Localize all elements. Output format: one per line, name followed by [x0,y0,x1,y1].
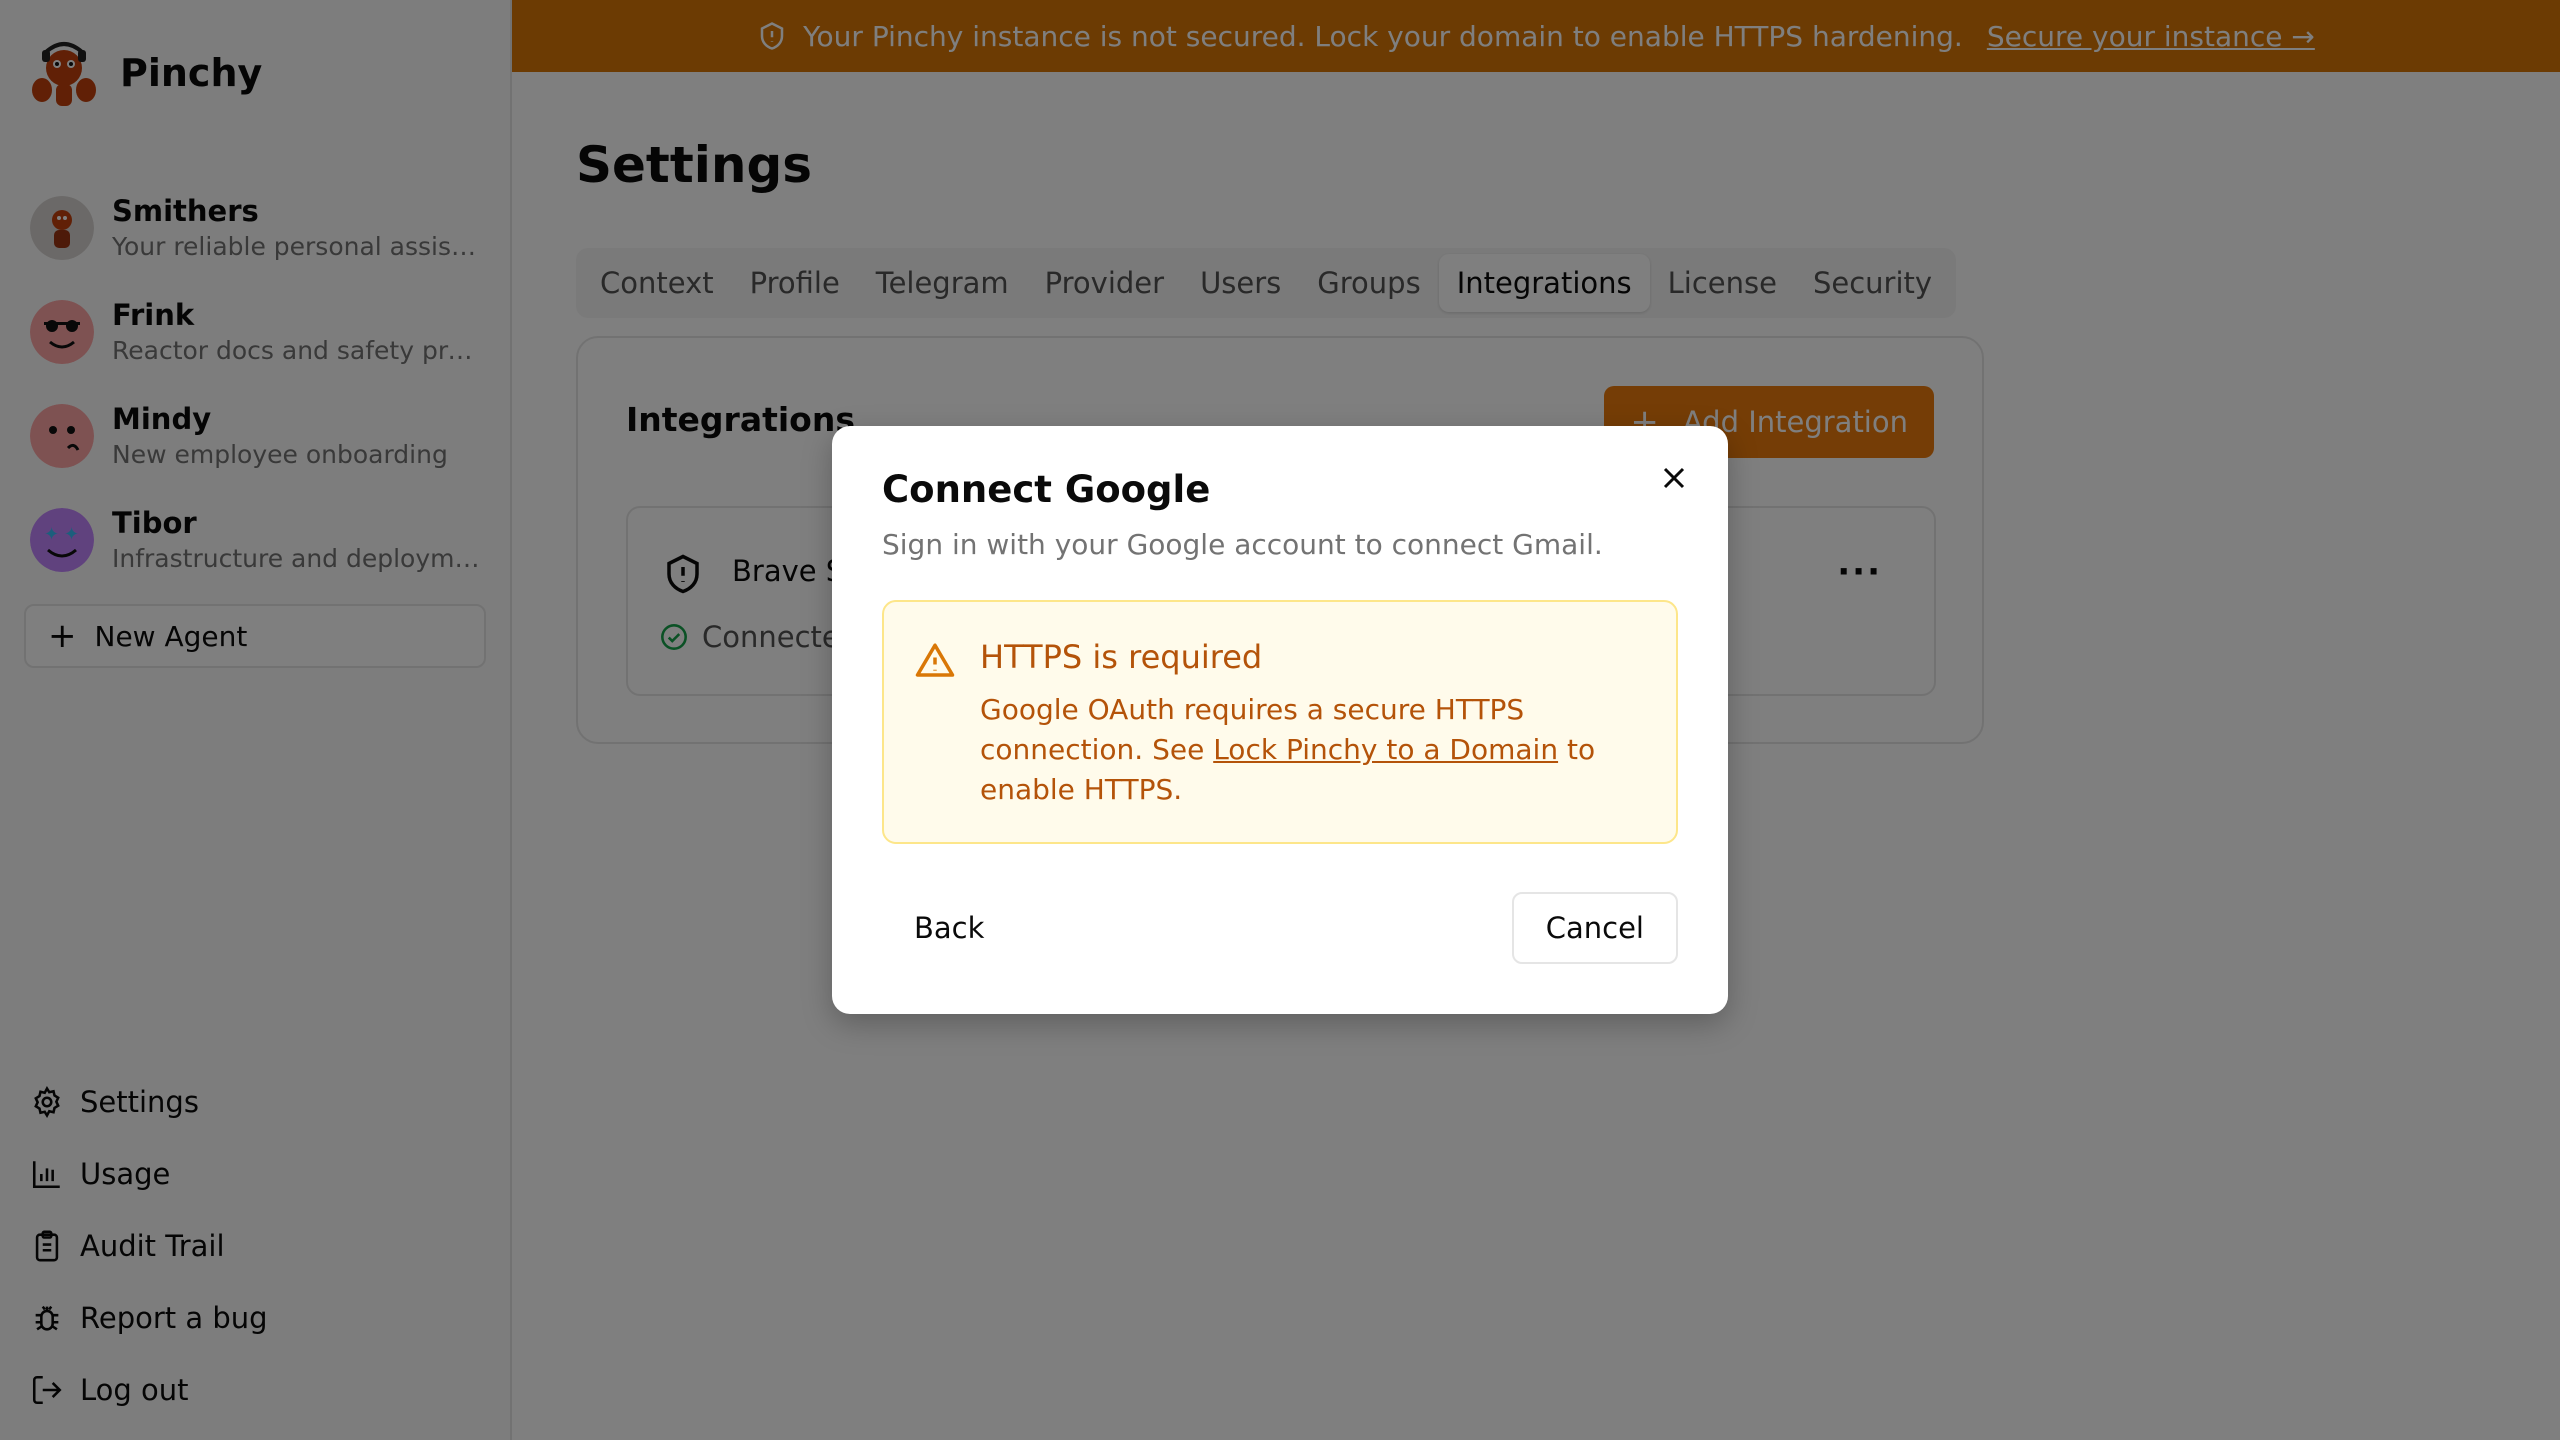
cancel-button[interactable]: Cancel [1511,892,1678,964]
dialog-subtitle: Sign in with your Google account to conn… [882,528,1603,561]
close-icon[interactable] [1656,460,1692,496]
back-button[interactable]: Back [882,892,1016,964]
connect-google-dialog: Connect Google Sign in with your Google … [832,426,1728,1014]
alert-title: HTTPS is required [980,638,1263,676]
alert-body: Google OAuth requires a secure HTTPS con… [980,690,1630,810]
warning-triangle-icon [915,643,955,677]
lock-domain-link[interactable]: Lock Pinchy to a Domain [1213,733,1558,766]
https-required-alert: HTTPS is required Google OAuth requires … [882,600,1678,844]
dialog-title: Connect Google [882,468,1211,511]
